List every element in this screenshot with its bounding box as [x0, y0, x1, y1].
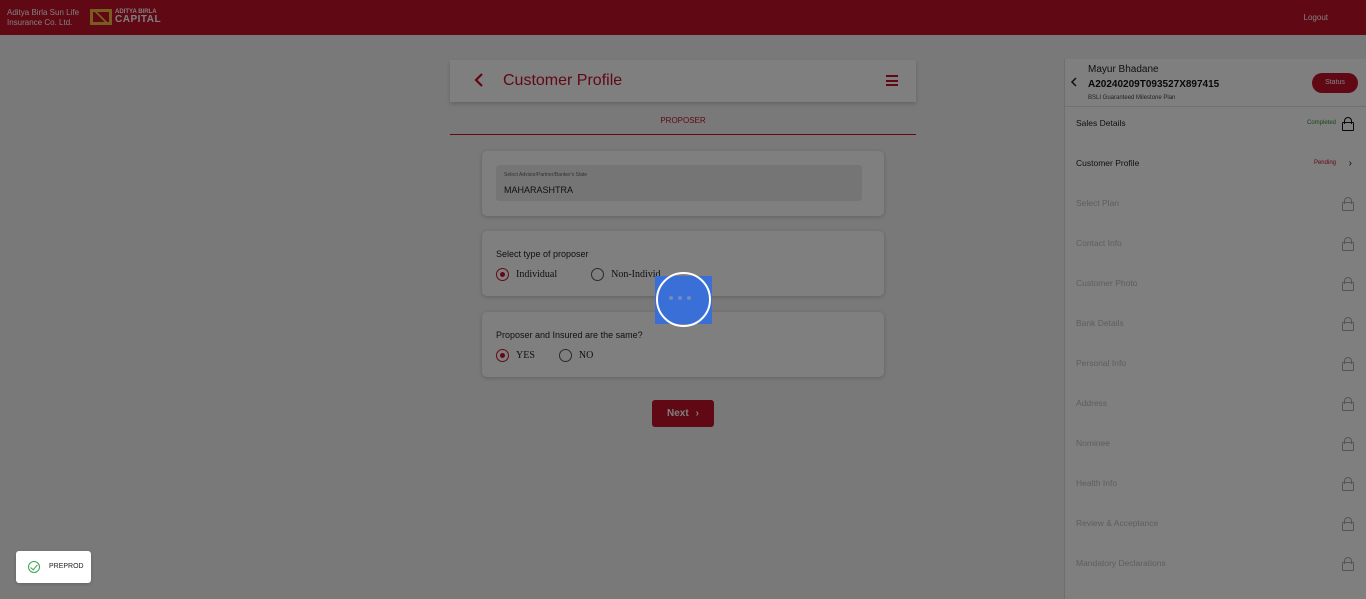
environment-label: PREPROD	[49, 563, 84, 570]
environment-badge: PREPROD	[16, 551, 91, 583]
loading-spinner-icon	[655, 272, 712, 327]
check-circle-icon	[28, 561, 40, 573]
